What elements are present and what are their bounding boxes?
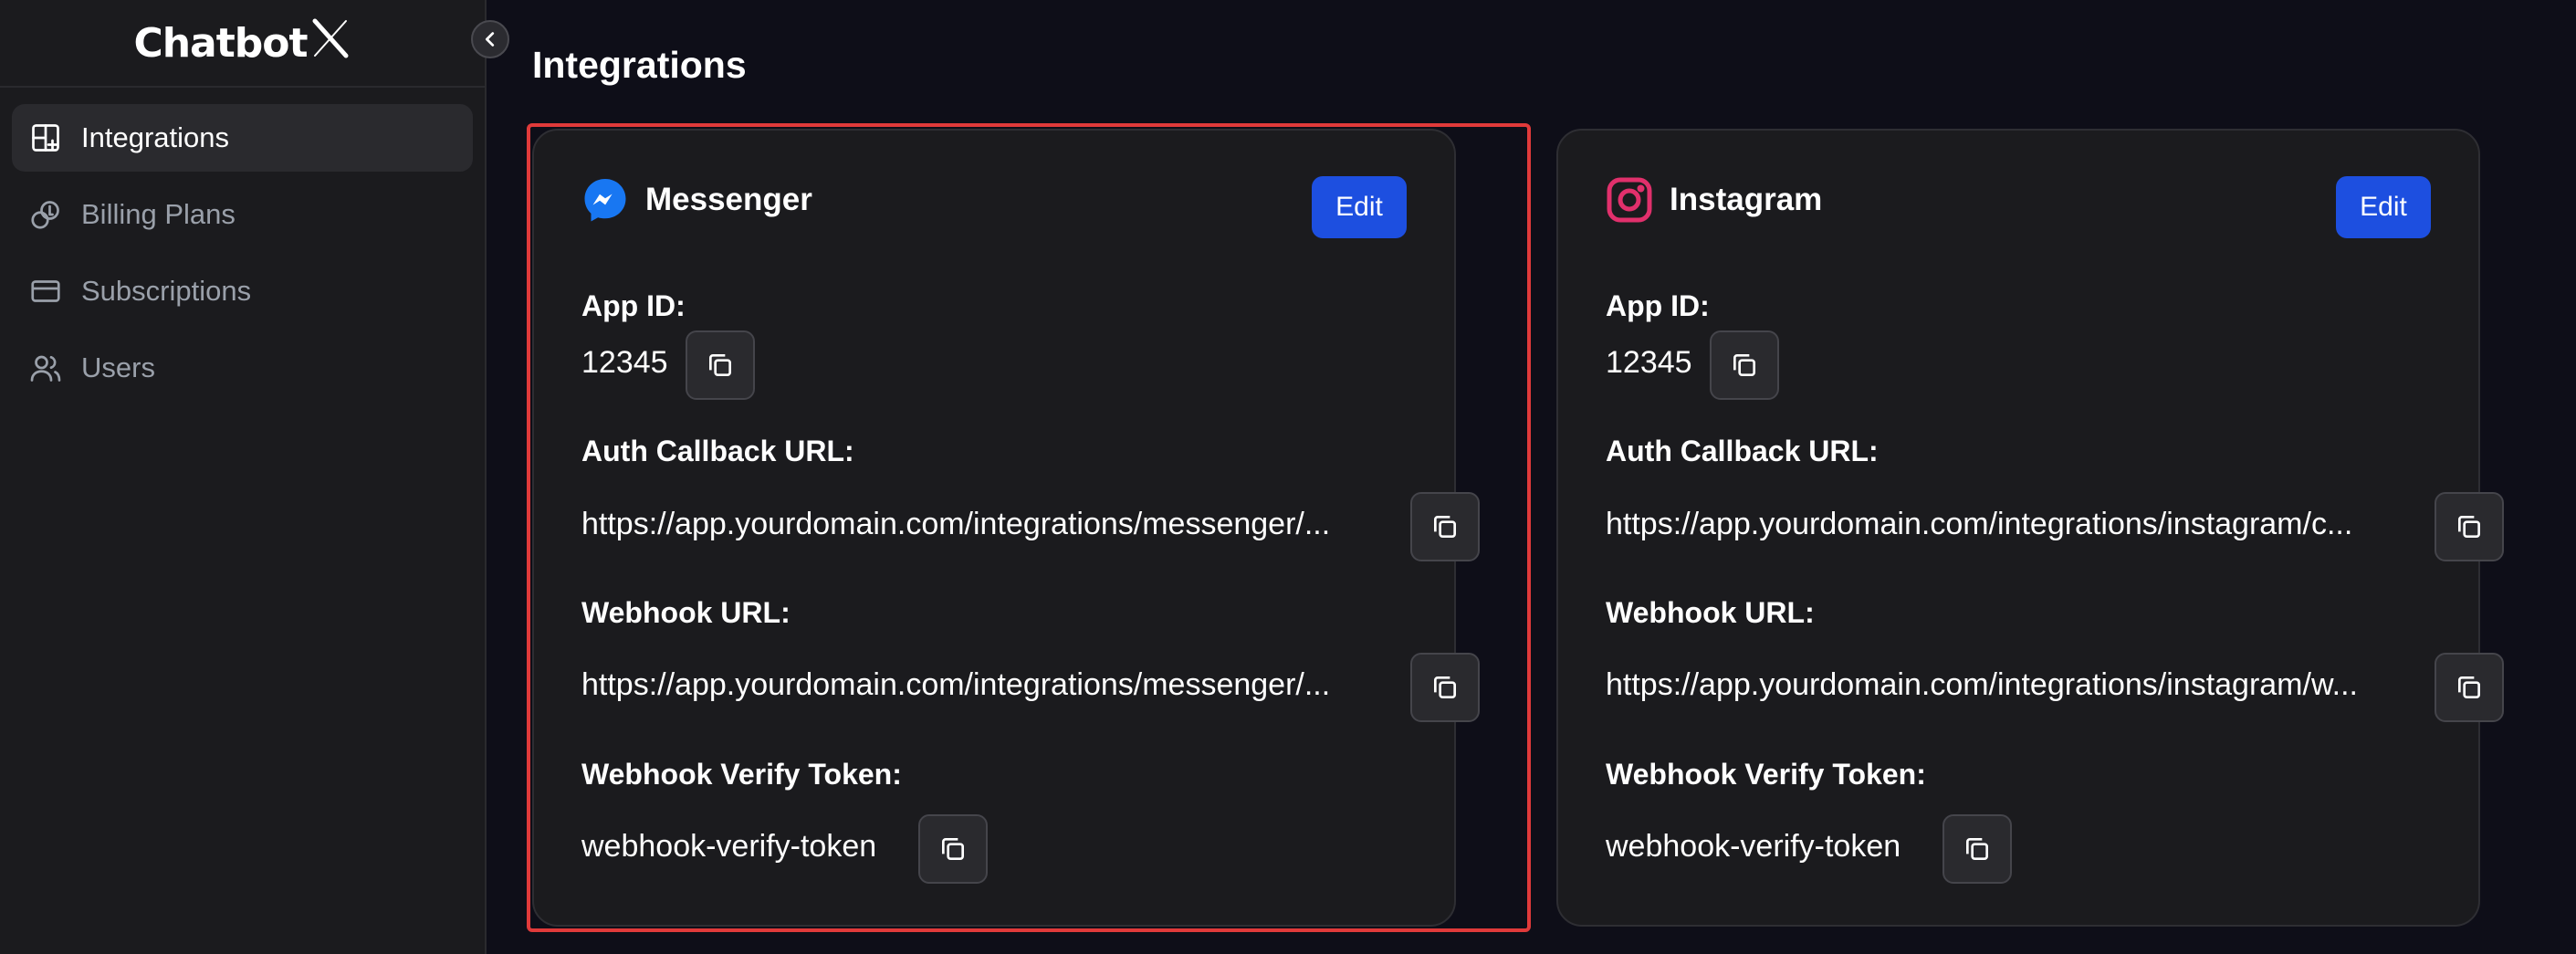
copy-webhook-url-button[interactable]	[2435, 653, 2504, 722]
app-id-label: App ID:	[581, 289, 686, 322]
app-id-label: App ID:	[1606, 289, 1710, 322]
app-root: Chatbot Integrations Billing Plans Subsc…	[0, 0, 2576, 954]
verify-token-value: webhook-verify-token	[581, 829, 877, 864]
logo-mark	[309, 17, 351, 69]
copy-app-id-button[interactable]	[686, 330, 755, 400]
sidebar-item-integrations[interactable]: Integrations	[12, 104, 473, 172]
copy-webhook-url-button[interactable]	[1410, 653, 1480, 722]
logo-bar: Chatbot	[0, 0, 485, 88]
billing-coins-icon	[28, 197, 63, 232]
webhook-url-value: https://app.yourdomain.com/integrations/…	[1606, 667, 2358, 702]
sidebar-item-label: Integrations	[81, 121, 229, 153]
sidebar-item-billing-plans[interactable]: Billing Plans	[12, 181, 473, 248]
copy-icon	[942, 838, 964, 860]
copy-icon	[1434, 676, 1456, 698]
sidebar-item-label: Subscriptions	[81, 275, 252, 307]
webhook-url-label: Webhook URL:	[581, 596, 791, 629]
copy-icon	[1966, 838, 1988, 860]
collapse-sidebar-button[interactable]	[471, 20, 509, 58]
auth-callback-label: Auth Callback URL:	[1606, 435, 1879, 467]
sidebar-item-label: Users	[81, 351, 155, 383]
card-header: Messenger	[581, 176, 812, 224]
messenger-icon	[581, 176, 629, 224]
auth-callback-value: https://app.yourdomain.com/integrations/…	[1606, 507, 2353, 541]
sidebar: Chatbot Integrations Billing Plans Subsc…	[0, 0, 487, 954]
users-icon	[28, 351, 63, 385]
integration-name: Messenger	[645, 182, 812, 217]
page-title: Integrations	[532, 44, 747, 86]
instagram-card: Instagram Edit App ID: 12345 Auth Callba…	[1556, 129, 2504, 927]
chevron-left-icon	[485, 32, 495, 47]
verify-token-value: webhook-verify-token	[1606, 829, 1901, 864]
instagram-icon	[1606, 176, 1653, 224]
integrations-grid-icon	[28, 121, 63, 155]
copy-verify-token-button[interactable]	[1942, 814, 2012, 884]
copy-icon	[1434, 516, 1456, 538]
copy-icon	[2458, 676, 2480, 698]
app-logo[interactable]: Chatbot	[133, 17, 351, 69]
auth-callback-value: https://app.yourdomain.com/integrations/…	[581, 507, 1331, 541]
verify-token-label: Webhook Verify Token:	[1606, 758, 1926, 791]
copy-auth-callback-button[interactable]	[1410, 492, 1480, 561]
auth-callback-label: Auth Callback URL:	[581, 435, 854, 467]
copy-app-id-button[interactable]	[1710, 330, 1779, 400]
messenger-card: Messenger Edit App ID: 12345 Auth Callba…	[532, 129, 1480, 927]
integration-name: Instagram	[1670, 182, 1823, 217]
copy-verify-token-button[interactable]	[918, 814, 988, 884]
sidebar-item-subscriptions[interactable]: Subscriptions	[12, 257, 473, 325]
app-id-value: 12345	[1606, 345, 1692, 380]
card-header: Instagram	[1606, 176, 1822, 224]
logo-text: Chatbot	[133, 19, 308, 67]
credit-card-icon	[28, 274, 63, 309]
copy-auth-callback-button[interactable]	[2435, 492, 2504, 561]
verify-token-label: Webhook Verify Token:	[581, 758, 902, 791]
app-id-value: 12345	[581, 345, 668, 380]
sidebar-item-label: Billing Plans	[81, 198, 236, 230]
webhook-url-label: Webhook URL:	[1606, 596, 1815, 629]
sidebar-nav: Integrations Billing Plans Subscriptions…	[0, 88, 485, 427]
copy-icon	[2458, 516, 2480, 538]
copy-icon	[1733, 354, 1755, 376]
webhook-url-value: https://app.yourdomain.com/integrations/…	[581, 667, 1331, 702]
sidebar-item-users[interactable]: Users	[12, 334, 473, 402]
copy-icon	[709, 354, 731, 376]
edit-button[interactable]: Edit	[1312, 176, 1407, 238]
edit-button[interactable]: Edit	[2336, 176, 2431, 238]
